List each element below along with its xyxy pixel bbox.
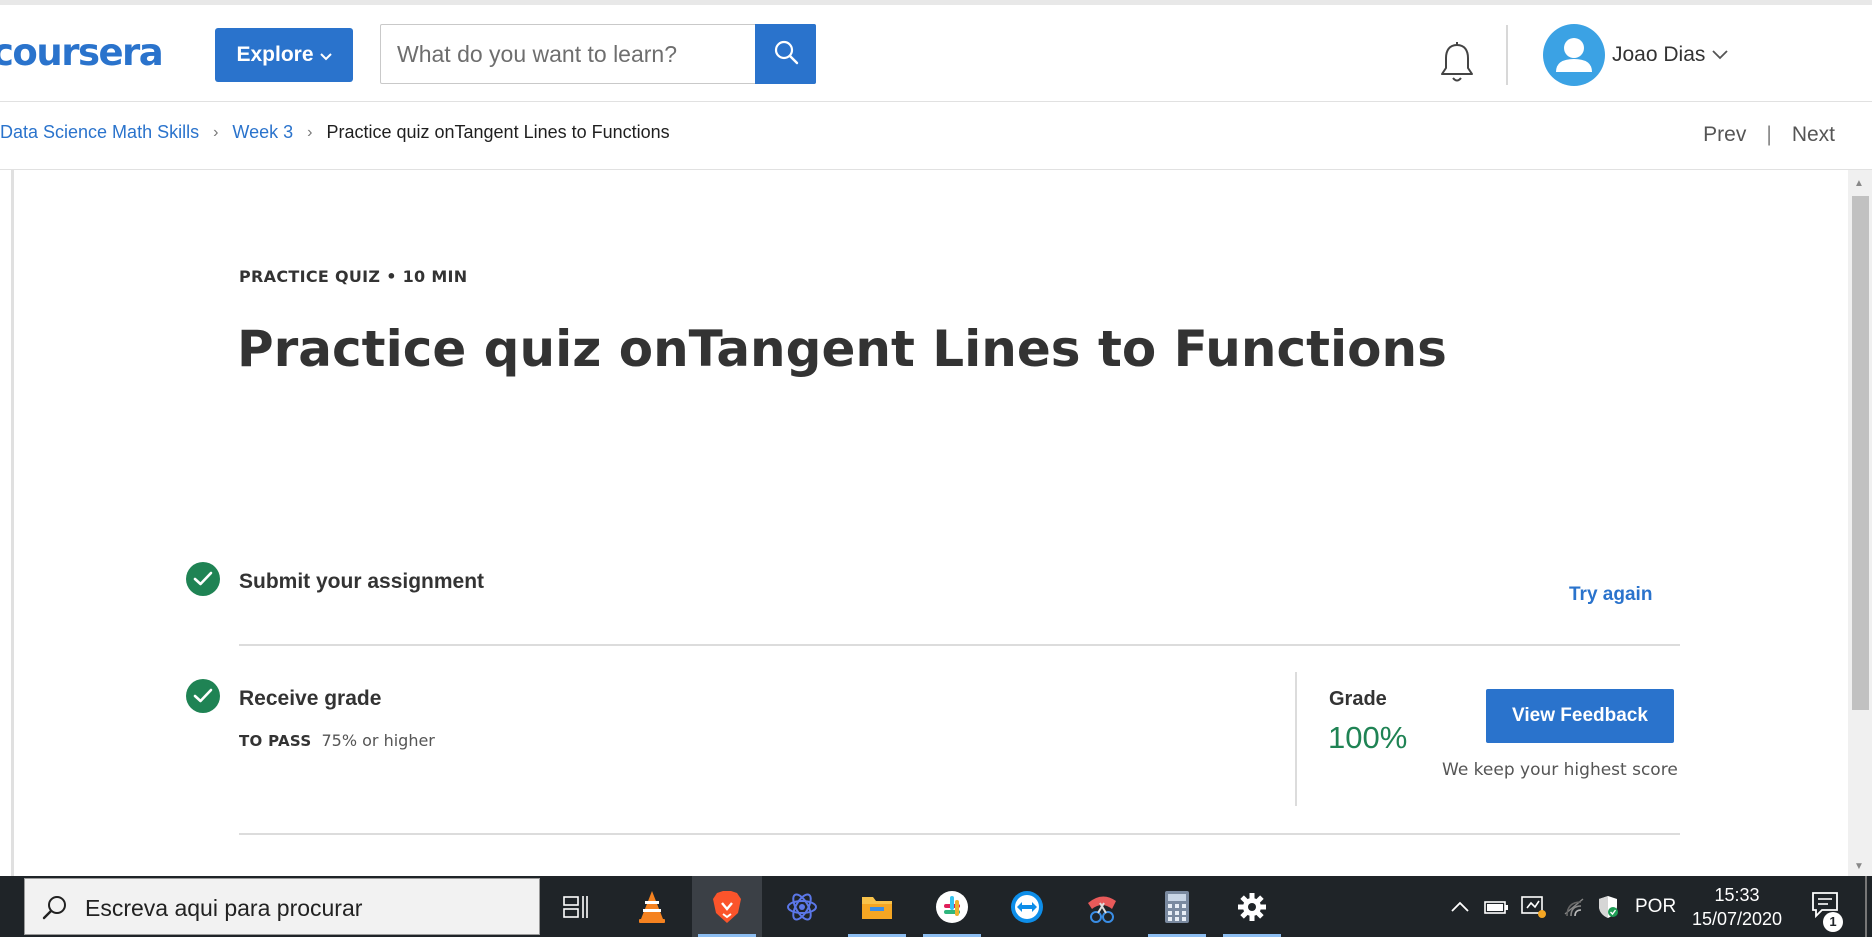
taskbar-search[interactable]: Escreva aqui para procurar bbox=[24, 878, 540, 935]
meet-now-icon[interactable] bbox=[1520, 876, 1548, 937]
grade-label: Grade bbox=[1329, 688, 1387, 710]
completed-check-icon bbox=[186, 679, 220, 713]
search-box bbox=[380, 24, 816, 84]
breadcrumb: Data Science Math Skills › Week 3 › Prac… bbox=[0, 122, 670, 143]
page-title: Practice quiz onTangent Lines to Functio… bbox=[237, 320, 1447, 378]
wifi-icon[interactable] bbox=[1561, 876, 1587, 937]
to-pass-value: 75% or higher bbox=[321, 731, 435, 750]
chevron-right-icon: › bbox=[307, 123, 313, 141]
page-scrollbar[interactable]: ▲ ▼ bbox=[1848, 170, 1872, 876]
search-input[interactable] bbox=[381, 25, 756, 83]
scroll-down-arrow-icon[interactable]: ▼ bbox=[1854, 861, 1864, 872]
explore-label: Explore bbox=[236, 43, 314, 66]
user-menu-chevron-icon[interactable] bbox=[1712, 47, 1728, 65]
battery-icon[interactable] bbox=[1483, 876, 1509, 937]
item-navigation: Prev | Next bbox=[1703, 123, 1835, 147]
nav-separator: | bbox=[1766, 123, 1772, 146]
step-divider bbox=[239, 644, 1680, 646]
teamviewer-icon[interactable] bbox=[992, 876, 1062, 937]
system-clock[interactable]: 15:33 15/07/2020 bbox=[1686, 883, 1788, 931]
breadcrumb-week[interactable]: Week 3 bbox=[232, 122, 293, 143]
step-divider bbox=[239, 833, 1680, 835]
grade-value: 100% bbox=[1328, 720, 1408, 755]
grade-divider bbox=[1295, 672, 1297, 806]
to-pass-label: TO PASS bbox=[239, 732, 312, 750]
search-icon bbox=[41, 894, 69, 927]
snipping-tool-icon[interactable] bbox=[1067, 876, 1137, 937]
left-panel-edge bbox=[11, 170, 14, 876]
breadcrumb-current: Practice quiz onTangent Lines to Functio… bbox=[326, 122, 670, 142]
try-again-link[interactable]: Try again bbox=[1569, 584, 1652, 606]
show-hidden-icons-chevron-icon[interactable] bbox=[1450, 876, 1470, 937]
site-header: coursera Explore Joao Dias bbox=[0, 5, 1872, 102]
pass-requirement: TO PASS 75% or higher bbox=[239, 730, 435, 751]
slack-icon[interactable] bbox=[917, 876, 987, 937]
receive-grade-title: Receive grade bbox=[239, 687, 382, 710]
brave-browser-icon[interactable] bbox=[692, 876, 762, 937]
language-code: POR bbox=[1635, 895, 1677, 917]
vlc-icon[interactable] bbox=[617, 876, 687, 937]
atom-editor-icon[interactable] bbox=[767, 876, 837, 937]
taskbar-search-placeholder: Escreva aqui para procurar bbox=[85, 895, 363, 921]
quiz-meta: PRACTICE QUIZ • 10 MIN bbox=[239, 267, 468, 286]
show-desktop-button[interactable] bbox=[1865, 876, 1867, 937]
scrollbar-thumb[interactable] bbox=[1852, 196, 1869, 710]
avatar[interactable] bbox=[1543, 24, 1605, 86]
view-feedback-button[interactable]: View Feedback bbox=[1486, 689, 1674, 743]
input-language[interactable]: POR bbox=[1635, 876, 1676, 937]
task-view-icon[interactable] bbox=[541, 876, 611, 937]
calculator-icon[interactable] bbox=[1142, 876, 1212, 937]
header-divider bbox=[1506, 25, 1508, 85]
scroll-up-arrow-icon[interactable]: ▲ bbox=[1854, 178, 1864, 189]
search-button[interactable] bbox=[755, 24, 816, 84]
chevron-down-icon bbox=[319, 49, 332, 64]
breadcrumb-course[interactable]: Data Science Math Skills bbox=[0, 122, 199, 143]
next-link[interactable]: Next bbox=[1792, 123, 1835, 147]
prev-link[interactable]: Prev bbox=[1703, 123, 1746, 147]
user-name[interactable]: Joao Dias bbox=[1612, 43, 1705, 67]
completed-check-icon bbox=[186, 562, 220, 596]
search-icon bbox=[773, 39, 799, 70]
coursera-logo[interactable]: coursera bbox=[0, 31, 164, 74]
chevron-right-icon: › bbox=[213, 123, 219, 141]
content-divider bbox=[0, 169, 1872, 170]
clock-time: 15:33 bbox=[1714, 885, 1760, 905]
notifications-bell-icon[interactable] bbox=[1438, 41, 1476, 85]
notification-count-badge: 1 bbox=[1823, 912, 1843, 932]
highest-score-note: We keep your highest score bbox=[1442, 760, 1678, 780]
file-explorer-icon[interactable] bbox=[842, 876, 912, 937]
explore-button[interactable]: Explore bbox=[215, 28, 353, 82]
windows-security-shield-icon[interactable] bbox=[1596, 876, 1620, 937]
settings-gear-icon[interactable] bbox=[1217, 876, 1287, 937]
submit-step-title: Submit your assignment bbox=[239, 570, 485, 593]
windows-taskbar: Escreva aqui para procurar POR 15:33 15/… bbox=[0, 876, 1872, 937]
clock-date: 15/07/2020 bbox=[1691, 909, 1783, 929]
